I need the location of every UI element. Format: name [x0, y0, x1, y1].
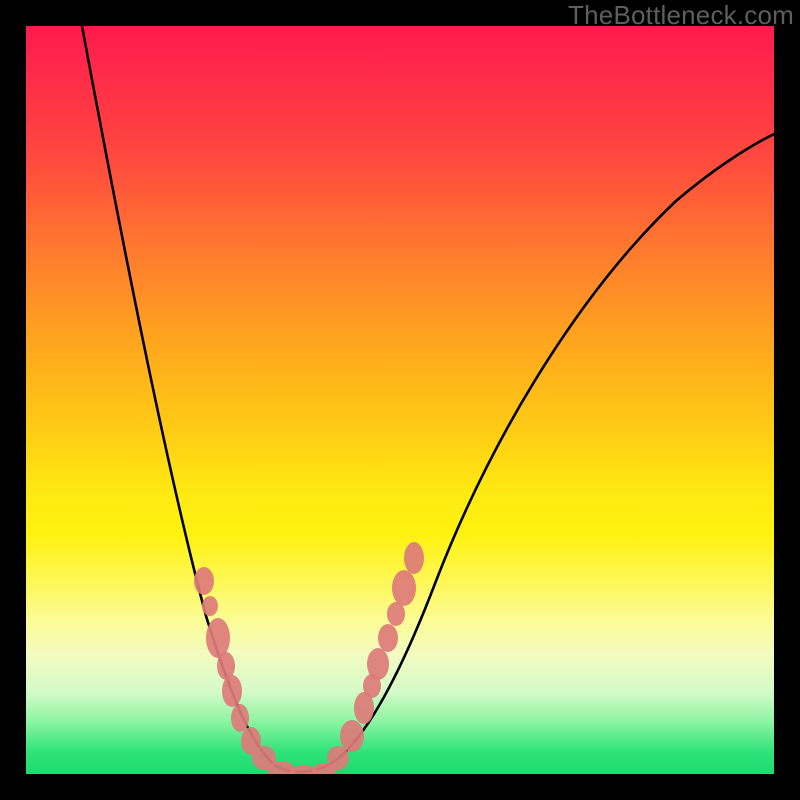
curve-markers-right: [327, 542, 424, 770]
curve-marker: [231, 704, 249, 732]
curve-marker: [367, 648, 389, 680]
curve-marker: [202, 596, 218, 616]
curve-marker: [222, 675, 242, 707]
bottleneck-curve-path: [82, 26, 774, 772]
bottleneck-chart: [26, 26, 774, 774]
curve-marker: [206, 618, 230, 658]
curve-marker: [194, 567, 214, 595]
curve-marker: [404, 542, 424, 574]
curve-marker: [392, 570, 416, 606]
curve-markers-left: [194, 567, 276, 770]
chart-frame: [26, 26, 774, 774]
curve-marker: [340, 720, 364, 752]
curve-markers-bottom: [267, 761, 336, 774]
curve-marker: [378, 624, 398, 652]
